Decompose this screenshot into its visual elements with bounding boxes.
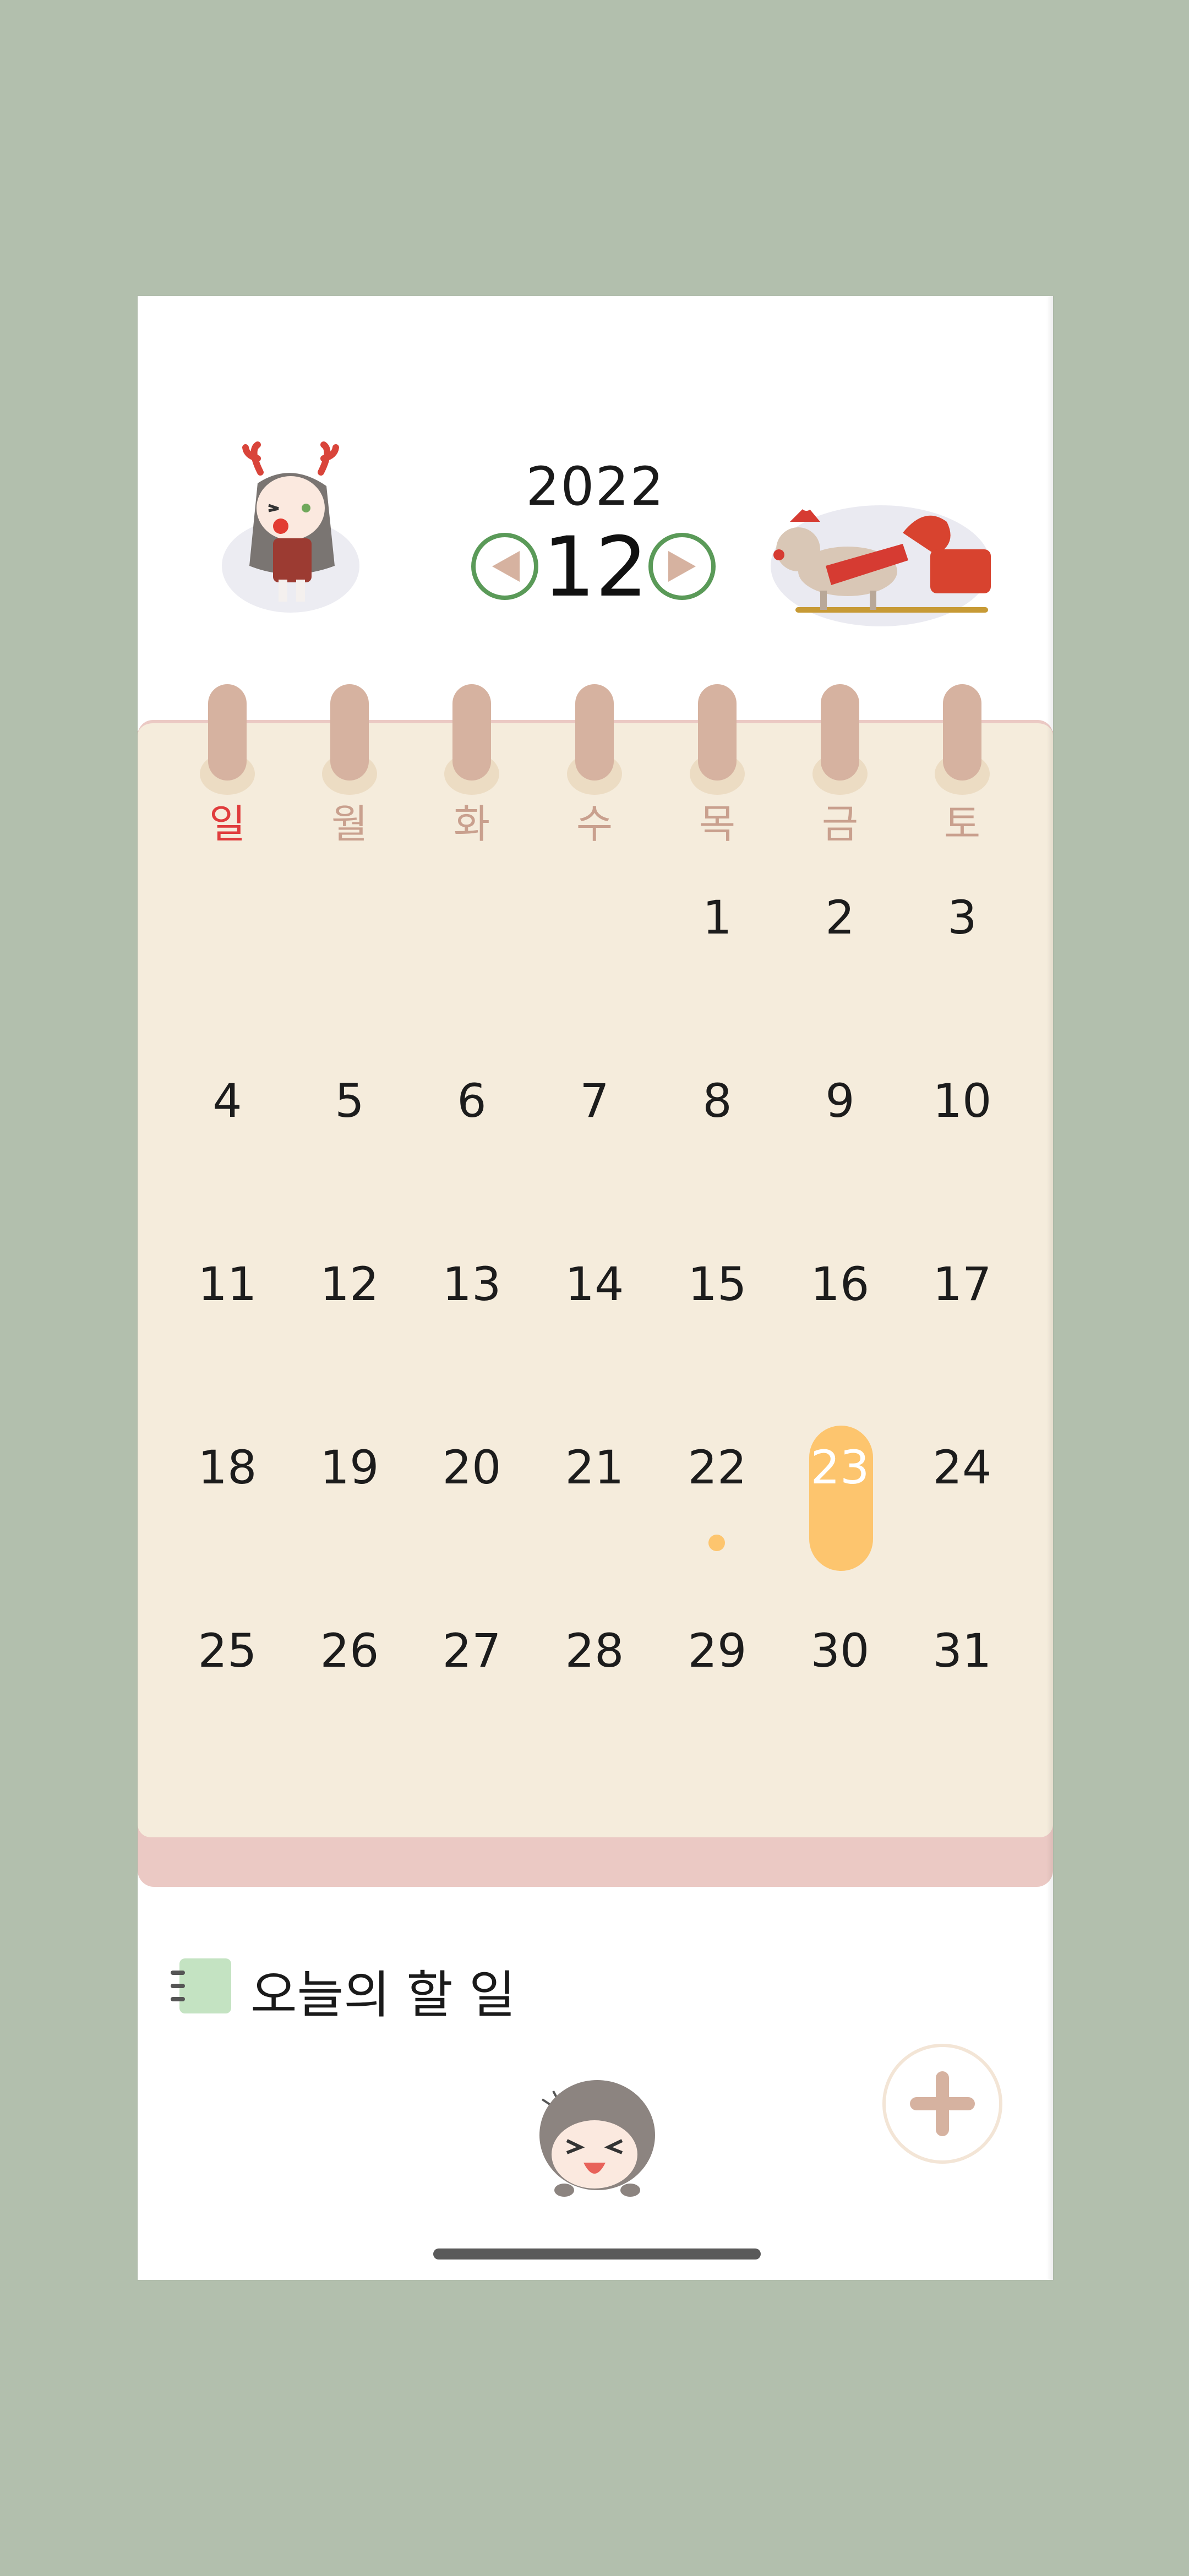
triangle-right-icon xyxy=(668,551,696,582)
day-cell[interactable]: 22 xyxy=(662,1440,772,1494)
day-cell[interactable]: 10 xyxy=(907,1074,1017,1128)
day-cell[interactable]: 21 xyxy=(539,1440,650,1494)
day-cell-today[interactable]: 23 xyxy=(785,1440,895,1494)
day-cell[interactable]: 26 xyxy=(294,1624,405,1678)
reindeer-sleigh-sticker xyxy=(771,500,991,626)
day-cell[interactable]: 15 xyxy=(662,1257,772,1311)
day-cell[interactable]: 16 xyxy=(785,1257,895,1311)
weekday-label: 토 xyxy=(943,801,981,847)
day-cell[interactable]: 12 xyxy=(294,1257,405,1311)
binding-ring xyxy=(330,684,369,781)
binding-ring xyxy=(821,684,859,781)
screen-edge-shadow xyxy=(1046,296,1053,2280)
weekday-label: 월 xyxy=(331,801,368,847)
day-cell[interactable]: 11 xyxy=(172,1257,282,1311)
day-cell[interactable]: 29 xyxy=(662,1624,772,1678)
day-cell[interactable]: 13 xyxy=(417,1257,527,1311)
day-cell[interactable]: 14 xyxy=(539,1257,650,1311)
day-cell[interactable]: 24 xyxy=(907,1440,1017,1494)
binding-ring xyxy=(943,684,981,781)
next-month-button[interactable] xyxy=(648,533,716,600)
app-screen: 20 22 12 오늘의 할 일 일 월 화 수 목 금 토 1 2 3 4 5 … xyxy=(138,296,1053,2280)
laughing-girl-sticker xyxy=(539,2080,655,2197)
day-cell[interactable]: 18 xyxy=(172,1440,282,1494)
binding-ring xyxy=(452,684,491,781)
day-cell[interactable]: 8 xyxy=(662,1074,772,1128)
plus-icon xyxy=(910,2071,975,2136)
day-cell[interactable]: 3 xyxy=(907,891,1017,945)
add-todo-button[interactable] xyxy=(882,2044,1002,2164)
weekday-label: 금 xyxy=(821,801,859,847)
day-cell[interactable]: 31 xyxy=(907,1624,1017,1678)
day-cell[interactable]: 28 xyxy=(539,1624,650,1678)
day-cell[interactable]: 6 xyxy=(417,1074,527,1128)
day-cell[interactable]: 2 xyxy=(785,891,895,945)
day-cell[interactable]: 27 xyxy=(417,1624,527,1678)
binding-ring xyxy=(698,684,737,781)
triangle-left-icon xyxy=(492,551,520,582)
binding-ring xyxy=(208,684,247,781)
day-cell[interactable]: 19 xyxy=(294,1440,405,1494)
day-cell[interactable]: 25 xyxy=(172,1624,282,1678)
day-cell[interactable]: 20 xyxy=(417,1440,527,1494)
weekday-label: 목 xyxy=(699,801,736,847)
day-cell[interactable]: 9 xyxy=(785,1074,895,1128)
weekday-label: 수 xyxy=(576,801,613,847)
weekday-label: 화 xyxy=(453,801,490,847)
day-cell[interactable]: 4 xyxy=(172,1074,282,1128)
weekday-label: 일 xyxy=(209,801,246,847)
day-cell[interactable]: 5 xyxy=(294,1074,405,1128)
day-cell[interactable]: 7 xyxy=(539,1074,650,1128)
day-cell[interactable]: 30 xyxy=(785,1624,895,1678)
prev-month-button[interactable] xyxy=(471,533,538,600)
home-indicator[interactable] xyxy=(433,2248,761,2260)
event-dot xyxy=(708,1535,725,1551)
day-cell[interactable]: 17 xyxy=(907,1257,1017,1311)
day-cell[interactable]: 1 xyxy=(662,891,772,945)
binding-ring xyxy=(575,684,614,781)
notebook-icon xyxy=(171,1958,231,2013)
todo-section-title: 오늘의 할 일 xyxy=(250,1966,516,2024)
